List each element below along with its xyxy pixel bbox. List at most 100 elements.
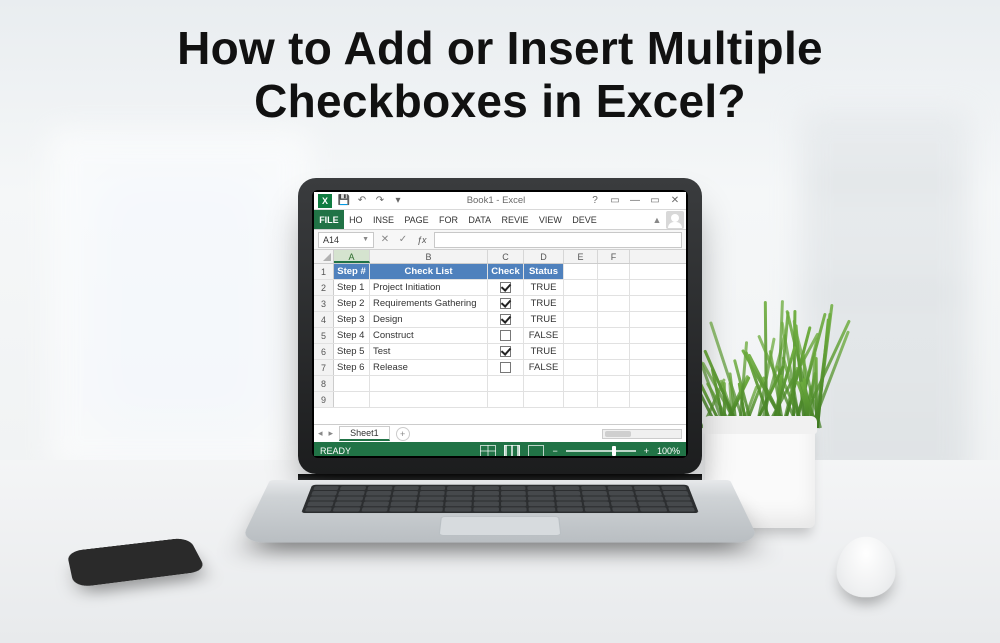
cell-status[interactable]: TRUE (524, 280, 564, 295)
normal-view-icon[interactable] (480, 445, 496, 456)
cell-A1[interactable]: Step # (334, 264, 370, 279)
ribbon-tab-page[interactable]: PAGE (399, 210, 434, 229)
cell-empty[interactable] (488, 376, 524, 391)
column-header-C[interactable]: C (488, 250, 524, 263)
checkbox-icon[interactable] (500, 314, 511, 325)
cell-step[interactable]: Step 1 (334, 280, 370, 295)
column-header-B[interactable]: B (370, 250, 488, 263)
ribbon-tab-for[interactable]: FOR (434, 210, 463, 229)
cell-empty[interactable] (598, 312, 630, 327)
cell-status[interactable]: TRUE (524, 312, 564, 327)
close-button[interactable]: ✕ (668, 195, 682, 206)
sheet-nav-prev-icon[interactable]: ◂ (318, 428, 323, 439)
cell-step[interactable]: Step 6 (334, 360, 370, 375)
help-button[interactable]: ? (588, 195, 602, 206)
cell-empty[interactable] (564, 360, 598, 375)
ribbon-tab-inse[interactable]: INSE (368, 210, 399, 229)
cell-F1[interactable] (598, 264, 630, 279)
page-break-view-icon[interactable] (528, 445, 544, 456)
cell-empty[interactable] (524, 376, 564, 391)
cell-item[interactable]: Test (370, 344, 488, 359)
cell-empty[interactable] (598, 328, 630, 343)
redo-icon[interactable]: ↷ (374, 195, 386, 207)
add-sheet-button[interactable]: + (396, 427, 410, 441)
row-header[interactable]: 1 (314, 264, 334, 279)
zoom-out-button[interactable]: − (552, 446, 557, 456)
cell-empty[interactable] (564, 328, 598, 343)
cell-item[interactable]: Release (370, 360, 488, 375)
cell-item[interactable]: Requirements Gathering (370, 296, 488, 311)
cell-item[interactable]: Project Initiation (370, 280, 488, 295)
row-header[interactable]: 2 (314, 280, 334, 295)
row-header[interactable]: 9 (314, 392, 334, 407)
cell-item[interactable]: Design (370, 312, 488, 327)
cell-empty[interactable] (598, 344, 630, 359)
select-all-corner[interactable] (314, 250, 334, 263)
ribbon-tab-revie[interactable]: REVIE (496, 210, 533, 229)
cell-status[interactable]: FALSE (524, 328, 564, 343)
column-header-A[interactable]: A (334, 250, 370, 263)
cell-empty[interactable] (598, 376, 630, 391)
enter-formula-icon[interactable]: ✓ (396, 234, 410, 245)
cell-empty[interactable] (564, 296, 598, 311)
row-header[interactable]: 4 (314, 312, 334, 327)
column-header-E[interactable]: E (564, 250, 598, 263)
row-header[interactable]: 7 (314, 360, 334, 375)
row-header[interactable]: 6 (314, 344, 334, 359)
cell-empty[interactable] (334, 392, 370, 407)
ribbon-tab-ho[interactable]: HO (344, 210, 368, 229)
sheet-tab[interactable]: Sheet1 (339, 426, 390, 441)
horizontal-scrollbar[interactable] (602, 429, 682, 439)
save-icon[interactable]: 💾 (338, 195, 350, 207)
row-header[interactable]: 3 (314, 296, 334, 311)
checkbox-icon[interactable] (500, 362, 511, 373)
column-header-D[interactable]: D (524, 250, 564, 263)
cell-check[interactable] (488, 328, 524, 343)
cell-status[interactable]: TRUE (524, 344, 564, 359)
page-layout-view-icon[interactable] (504, 445, 520, 456)
cell-D1[interactable]: Status (524, 264, 564, 279)
ribbon-display-button[interactable]: ▭ (608, 195, 622, 206)
column-header-F[interactable]: F (598, 250, 630, 263)
cell-check[interactable] (488, 296, 524, 311)
checkbox-icon[interactable] (500, 298, 511, 309)
row-header[interactable]: 8 (314, 376, 334, 391)
cell-empty[interactable] (488, 392, 524, 407)
cell-check[interactable] (488, 344, 524, 359)
cell-empty[interactable] (564, 280, 598, 295)
cell-check[interactable] (488, 280, 524, 295)
fx-icon[interactable]: ƒx (414, 235, 430, 245)
cell-check[interactable] (488, 312, 524, 327)
account-avatar-icon[interactable] (666, 211, 684, 229)
ribbon-tab-view[interactable]: VIEW (534, 210, 567, 229)
zoom-in-button[interactable]: + (644, 446, 649, 456)
cell-empty[interactable] (334, 376, 370, 391)
cell-status[interactable]: TRUE (524, 296, 564, 311)
cell-C1[interactable]: Check (488, 264, 524, 279)
cell-E1[interactable] (564, 264, 598, 279)
ribbon-tab-deve[interactable]: DEVE (567, 210, 602, 229)
checkbox-icon[interactable] (500, 346, 511, 357)
cell-step[interactable]: Step 4 (334, 328, 370, 343)
cell-check[interactable] (488, 360, 524, 375)
cell-step[interactable]: Step 2 (334, 296, 370, 311)
cell-empty[interactable] (598, 392, 630, 407)
cancel-formula-icon[interactable]: ✕ (378, 234, 392, 245)
name-box[interactable]: A14 ▼ (318, 232, 374, 248)
collapse-ribbon-icon[interactable]: ▲ (650, 210, 664, 229)
zoom-level[interactable]: 100% (657, 446, 680, 456)
cell-B1[interactable]: Check List (370, 264, 488, 279)
cell-empty[interactable] (564, 344, 598, 359)
row-header[interactable]: 5 (314, 328, 334, 343)
sheet-nav-next-icon[interactable]: ▸ (329, 428, 334, 439)
checkbox-icon[interactable] (500, 282, 511, 293)
chevron-down-icon[interactable]: ▼ (362, 236, 369, 243)
undo-icon[interactable]: ↶ (356, 195, 368, 207)
formula-input[interactable] (434, 232, 682, 248)
cell-step[interactable]: Step 3 (334, 312, 370, 327)
maximize-button[interactable]: ▭ (648, 195, 662, 206)
checkbox-icon[interactable] (500, 330, 511, 341)
cell-item[interactable]: Construct (370, 328, 488, 343)
cell-empty[interactable] (598, 360, 630, 375)
qat-customize-icon[interactable]: ▾ (392, 195, 404, 207)
